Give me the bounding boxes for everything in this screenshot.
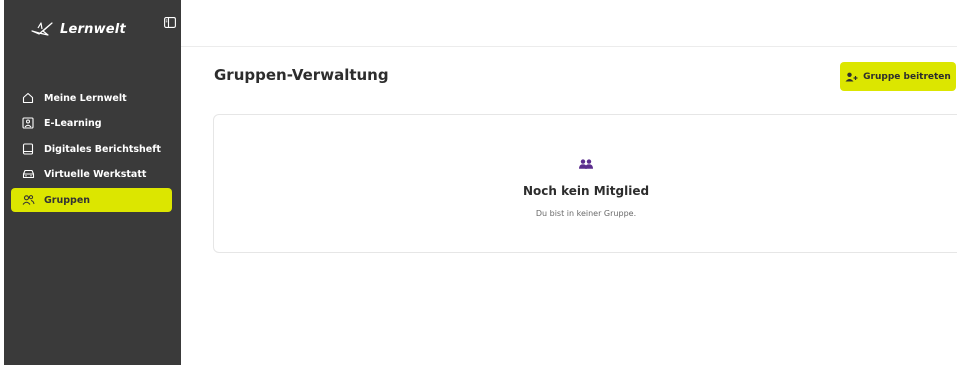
sidebar-item-label: Gruppen <box>44 194 91 206</box>
sidebar-item-label: E-Learning <box>44 117 102 129</box>
empty-state-title: Noch kein Mitglied <box>522 184 650 198</box>
bird-logo-icon <box>30 20 54 38</box>
sidebar-item-digitales-berichtsheft[interactable]: Digitales Berichtsheft <box>11 137 172 161</box>
sidebar-toggle-button[interactable] <box>164 13 176 28</box>
book-icon <box>21 142 35 156</box>
home-icon <box>21 91 35 105</box>
sidebar: Lernwelt Meine Lernwelt E-Learning Digit… <box>4 0 181 365</box>
sidebar-toggle-icon <box>164 13 176 32</box>
car-icon <box>21 167 35 181</box>
brand-name: Lernwelt <box>60 21 126 37</box>
topbar <box>181 0 957 47</box>
user-plus-icon <box>845 67 858 86</box>
group-icon <box>579 154 593 169</box>
sidebar-item-meine-lernwelt[interactable]: Meine Lernwelt <box>11 86 172 110</box>
empty-state-subtitle: Du bist in keiner Gruppe. <box>535 209 637 218</box>
sidebar-item-label: Digitales Berichtsheft <box>44 143 161 155</box>
page-title: Gruppen-Verwaltung <box>214 66 389 84</box>
sidebar-item-gruppen[interactable]: Gruppen <box>11 188 172 212</box>
brand[interactable]: Lernwelt <box>30 20 126 38</box>
sidebar-item-e-learning[interactable]: E-Learning <box>11 111 172 135</box>
sidebar-item-label: Virtuelle Werkstatt <box>44 168 147 180</box>
join-group-button[interactable]: Gruppe beitreten <box>840 62 956 91</box>
join-group-label: Gruppe beitreten <box>863 71 951 82</box>
users-icon <box>21 193 35 207</box>
elearning-icon <box>21 116 35 130</box>
app-root: Lernwelt Meine Lernwelt E-Learning Digit… <box>0 0 957 365</box>
sidebar-item-label: Meine Lernwelt <box>44 92 127 104</box>
sidebar-item-virtuelle-werkstatt[interactable]: Virtuelle Werkstatt <box>11 162 172 186</box>
empty-state-card: Noch kein Mitglied Du bist in keiner Gru… <box>213 114 957 253</box>
